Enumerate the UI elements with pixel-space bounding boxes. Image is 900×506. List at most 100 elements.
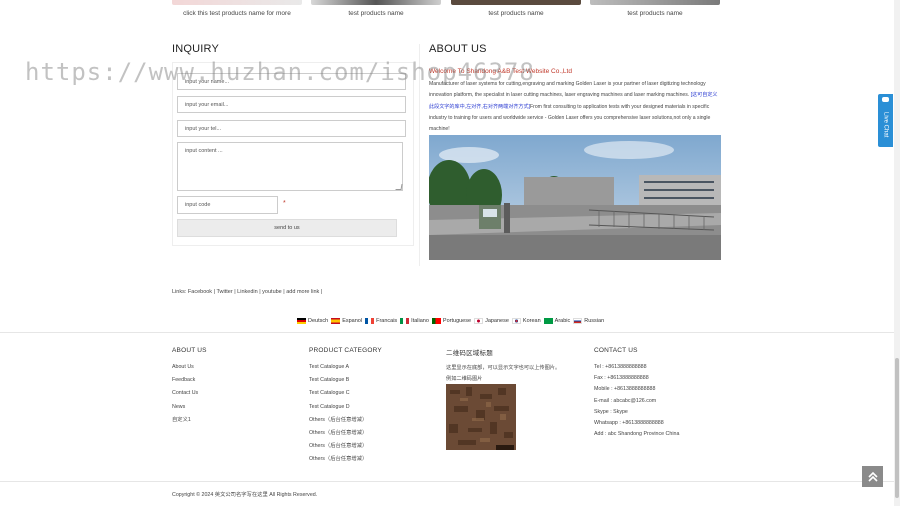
content-textarea[interactable]: input content ... (177, 142, 403, 191)
germany-flag-icon (297, 318, 306, 324)
footer-divider (0, 332, 894, 333)
footer-link[interactable]: 自定义1 (172, 414, 198, 427)
chat-bubble-icon (882, 97, 889, 102)
scrollbar-thumb[interactable] (895, 358, 899, 498)
contact-skype: Skype : Skype (594, 408, 628, 415)
footer-link[interactable]: News (172, 401, 198, 414)
category-link[interactable]: Others（后台任意增减） (309, 453, 367, 466)
link-separator: | (259, 289, 261, 295)
footer-about-title: ABOUT US (172, 347, 207, 354)
live-chat-label: Live Chat (882, 111, 889, 138)
copyright-divider (0, 481, 894, 482)
qr-text-line: 这里显示在底部，可以显示文字也可以上传图片。 (446, 365, 561, 371)
friend-links: Links: Facebook | Twitter | Linkedin | y… (172, 289, 322, 295)
link-separator: | (234, 289, 236, 295)
link-facebook[interactable]: Facebook (188, 289, 212, 295)
column-divider (419, 44, 420, 266)
contact-address: Add : abc Shandong Province China (594, 431, 680, 438)
qr-image (446, 384, 516, 450)
live-chat-tab[interactable]: Live Chat (878, 94, 893, 147)
lang-label: Russian (584, 318, 605, 324)
japan-flag-icon (474, 318, 484, 324)
russia-flag-icon (573, 318, 583, 324)
code-field[interactable]: input code (177, 196, 278, 214)
italy-flag-icon (400, 318, 410, 324)
required-mark: * (283, 200, 286, 207)
double-chevron-up-icon (867, 471, 878, 482)
footer-link[interactable]: Feedback (172, 374, 198, 387)
lang-italiano[interactable]: Italiano (400, 318, 429, 324)
about-text-a: Manufacturer of laser systems for cuttin… (429, 81, 706, 99)
portugal-flag-icon (431, 318, 441, 324)
copyright-text: Copyright © 2024 英文公司名字写在这里 All Rights R… (172, 492, 318, 498)
lang-russian[interactable]: Russian (573, 318, 604, 324)
links-prefix: Links: (172, 289, 187, 295)
link-separator: | (320, 289, 323, 295)
lang-label: Portuguese (442, 318, 472, 324)
category-link[interactable]: Test Catalogue C (309, 387, 367, 400)
about-welcome[interactable]: Welcome To Shandong A&B Test Website Co.… (429, 68, 572, 75)
footer-category-list: Test Catalogue A Test Catalogue B Test C… (309, 361, 367, 467)
link-twitter[interactable]: Twitter (216, 289, 232, 295)
link-separator: | (283, 289, 285, 295)
factory-photo (429, 135, 721, 260)
lang-label: Korean (522, 318, 541, 324)
lang-label: Espanol (342, 318, 363, 324)
lang-label: Arabic (554, 318, 571, 324)
product-image[interactable] (590, 0, 720, 5)
category-link[interactable]: Test Catalogue B (309, 374, 367, 387)
language-bar: Deutsch Espanol Francais Italiano Portug… (297, 318, 607, 324)
lang-arabic[interactable]: Arabic (543, 318, 571, 324)
footer-qr-title: 二维码区域标题 (446, 350, 493, 357)
lang-portuguese[interactable]: Portuguese (431, 318, 472, 324)
footer-qr-text: 这里显示在底部，可以显示文字也可以上传图片。 例如二维码图片 (446, 363, 560, 384)
contact-whatsapp: Whatsapp : +8613888888888 (594, 420, 664, 427)
korea-flag-icon (511, 318, 521, 324)
email-field[interactable]: input your email... (177, 96, 406, 113)
product-image[interactable] (311, 0, 441, 5)
footer-link[interactable]: About Us (172, 361, 198, 374)
product-name[interactable]: test products name (311, 10, 441, 17)
product-name[interactable]: click this test products name for more (172, 10, 302, 17)
footer-about-list: About Us Feedback Contact Us News 自定义1 (172, 361, 198, 427)
product-name[interactable]: test products name (451, 10, 581, 17)
saudi-flag-icon (543, 318, 553, 324)
product-image[interactable] (451, 0, 581, 5)
contact-mobile: Mobile : +8613888888888 (594, 386, 656, 393)
textarea-resize-handle[interactable] (395, 184, 403, 190)
link-add-more[interactable]: add more link (286, 289, 319, 295)
qr-text-line: 例如二维码图片 (446, 375, 483, 382)
spain-flag-icon (331, 318, 341, 324)
lang-japanese[interactable]: Japanese (474, 318, 509, 324)
lang-label: Japanese (485, 318, 509, 324)
lang-espanol[interactable]: Espanol (331, 318, 362, 324)
category-link[interactable]: Test Catalogue D (309, 401, 367, 414)
link-linkedin[interactable]: Linkedin (237, 289, 258, 295)
lang-label: Deutsch (308, 318, 329, 324)
lang-korean[interactable]: Korean (511, 318, 541, 324)
tel-field[interactable]: input your tel... (177, 120, 406, 137)
contact-fax: Fax : +8613888888888 (594, 375, 649, 382)
link-separator: | (213, 289, 216, 295)
category-link[interactable]: Others（后台任意增减） (309, 414, 367, 427)
lang-francais[interactable]: Francais (365, 318, 397, 324)
about-title: ABOUT US (429, 43, 487, 55)
lang-deutsch[interactable]: Deutsch (297, 318, 328, 324)
product-name[interactable]: test products name (590, 10, 720, 17)
link-youtube[interactable]: youtube (262, 289, 282, 295)
category-link[interactable]: Others（后台任意增减） (309, 440, 367, 453)
footer-contact-list: Tel : +8613888888888 Fax : +861388888888… (594, 362, 679, 440)
contact-tel: Tel : +8613888888888 (594, 364, 647, 370)
category-link[interactable]: Test Catalogue A (309, 361, 367, 374)
send-button[interactable]: send to us (177, 219, 397, 237)
back-to-top-button[interactable] (862, 466, 883, 487)
footer-category-title: PRODUCT CATEGORY (309, 347, 382, 354)
footer-link[interactable]: Contact Us (172, 387, 198, 400)
category-link[interactable]: Others（后台任意增减） (309, 427, 367, 440)
inquiry-title: INQUIRY (172, 43, 220, 55)
name-field[interactable]: input your name... (177, 73, 406, 90)
about-text: Manufacturer of laser systems for cuttin… (429, 79, 721, 135)
product-image[interactable] (172, 0, 302, 5)
contact-email[interactable]: E-mail : abcabc@126.com (594, 396, 679, 407)
footer-contact-title: CONTACT US (594, 347, 638, 354)
